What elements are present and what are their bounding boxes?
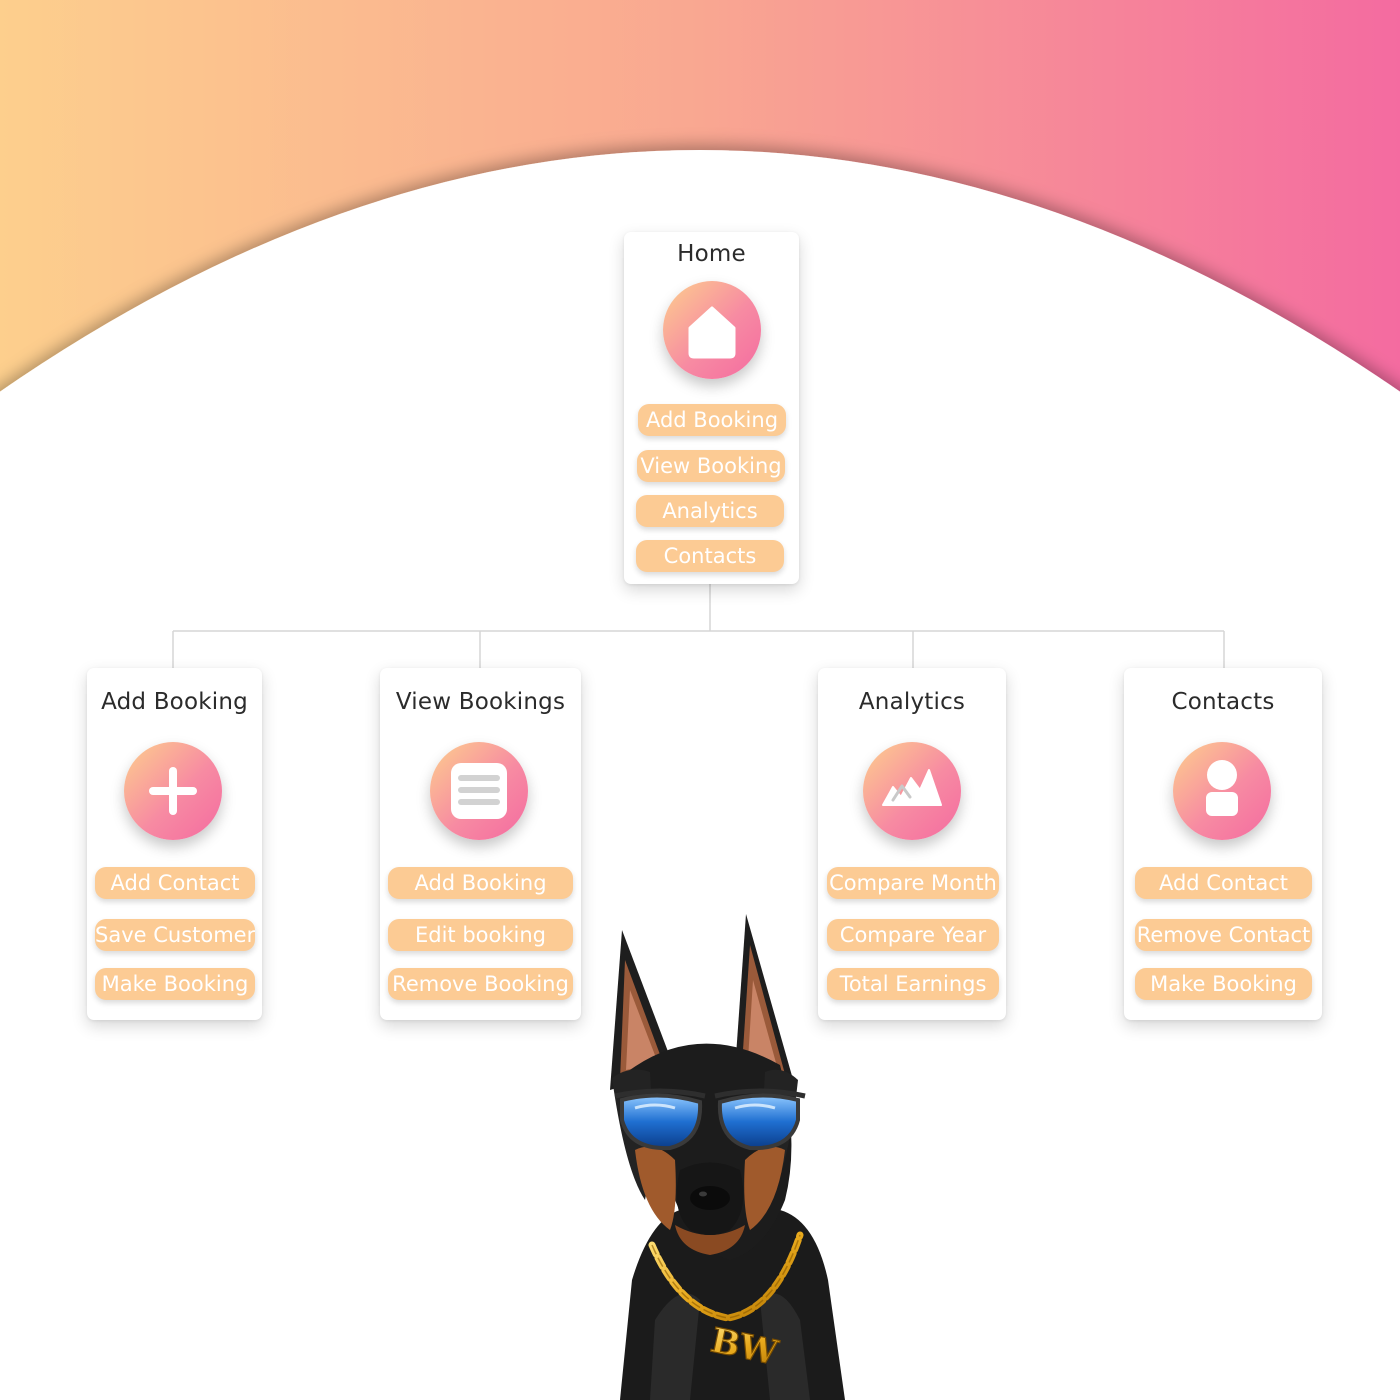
make-booking-button[interactable]: Make Booking [1135,968,1312,1000]
home-add-booking-button[interactable]: Add Booking [638,404,786,436]
home-analytics-button[interactable]: Analytics [636,495,784,527]
remove-contact-button[interactable]: Remove Contact [1135,919,1312,951]
add-contact-button[interactable]: Add Contact [1135,867,1312,899]
view-bookings-icon-button[interactable] [430,742,528,840]
add-booking-card-title: Add Booking [101,689,248,715]
home-contacts-button[interactable]: Contacts [636,540,784,572]
plus-icon [149,767,197,815]
remove-booking-button[interactable]: Remove Booking [388,968,573,1000]
view-bookings-card-title: View Bookings [395,689,566,715]
contacts-card: Contacts Add Contact Remove Contact Make… [1124,668,1322,1020]
add-booking-button[interactable]: Add Booking [388,867,573,899]
house-icon [688,306,736,359]
compare-month-button[interactable]: Compare Month [827,867,999,899]
analytics-card-title: Analytics [858,689,966,715]
add-booking-card: Add Booking Add Contact Save Customer Ma… [87,668,262,1020]
analytics-icon-button[interactable] [863,742,961,840]
home-icon-button[interactable] [663,281,761,379]
doberman-mascot: BW [610,914,845,1400]
home-card-title: Home [677,241,746,267]
home-view-booking-button[interactable]: View Booking [637,450,785,482]
chart-icon [882,769,942,806]
view-bookings-card: View Bookings Add Booking Edit booking R… [380,668,581,1020]
add-booking-icon-button[interactable] [124,742,222,840]
make-booking-button[interactable]: Make Booking [95,968,255,1000]
edit-booking-button[interactable]: Edit booking [388,919,573,951]
save-customer-button[interactable]: Save Customer [95,919,255,951]
person-icon [1206,760,1238,816]
document-icon [451,763,507,819]
home-card: Home Add Booking View Booking Analytics … [624,232,799,584]
diagram-canvas: Home Add Booking View Booking Analytics … [0,0,1400,1400]
contacts-card-title: Contacts [1171,689,1275,715]
add-contact-button[interactable]: Add Contact [95,867,255,899]
contacts-icon-button[interactable] [1173,742,1271,840]
